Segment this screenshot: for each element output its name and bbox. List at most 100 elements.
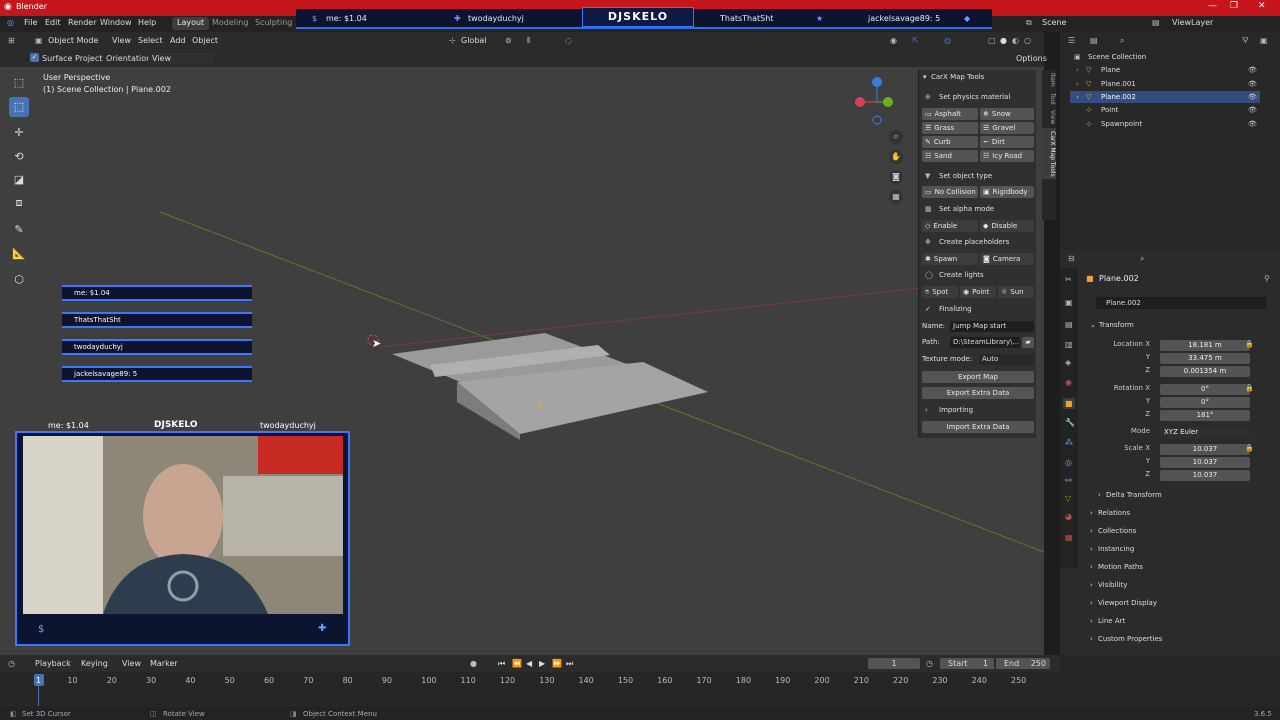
timeline-menu-marker[interactable]: Marker xyxy=(150,659,178,668)
texture-mode-dropdown[interactable]: Auto xyxy=(979,354,1034,365)
section-relations[interactable]: Relations xyxy=(1098,509,1130,517)
measure-tool-icon[interactable]: 📐 xyxy=(9,244,29,264)
tab-carx-map-tools[interactable]: CarX Map Tools xyxy=(1042,127,1056,180)
asphalt-button[interactable]: ▭ Asphalt xyxy=(922,108,978,120)
location-z-field[interactable]: 0.001354 m xyxy=(1160,366,1250,377)
motion-paths-expand-icon[interactable]: › xyxy=(1090,563,1093,571)
transform-collapse-icon[interactable]: ⌄ xyxy=(1090,321,1096,329)
properties-editor-icon[interactable]: ⊟ xyxy=(1068,254,1075,263)
rigidbody-button[interactable]: ▣ Rigidbody xyxy=(980,186,1034,198)
line-art-expand-icon[interactable]: › xyxy=(1090,617,1093,625)
outliner-editor-icon[interactable]: ☰ xyxy=(1068,36,1075,45)
menu-edit[interactable]: Edit xyxy=(45,18,61,27)
icy-road-button[interactable]: ☷ Icy Road xyxy=(980,150,1034,162)
tab-modeling[interactable]: Modeling xyxy=(207,17,253,30)
end-frame-field[interactable]: End 250 xyxy=(996,658,1050,669)
lock-icon[interactable]: 🔒 xyxy=(1245,340,1254,348)
object-props-icon[interactable]: ■ xyxy=(1063,398,1075,409)
pivot-icon[interactable]: ⊚ xyxy=(505,36,512,45)
particles-props-icon[interactable]: ⁂ xyxy=(1065,438,1073,447)
scale-tool-icon[interactable]: ⧈ xyxy=(9,193,29,213)
overlay-toggle-icon[interactable]: ◍ xyxy=(944,36,951,45)
shading-solid-icon[interactable]: ● xyxy=(1000,36,1007,45)
menu-window[interactable]: Window xyxy=(100,18,132,27)
custom-properties-expand-icon[interactable]: › xyxy=(1090,635,1093,643)
lock-icon[interactable]: 🔒 xyxy=(1245,444,1254,452)
sun-light-button[interactable]: ☼ Sun xyxy=(998,286,1034,298)
options-dropdown[interactable]: Options xyxy=(1016,54,1047,63)
tab-tool[interactable]: Tool xyxy=(1042,90,1056,108)
texture-props-icon[interactable]: ▦ xyxy=(1065,533,1073,542)
camera-view-icon[interactable]: ◙ xyxy=(889,170,903,184)
modifier-props-icon[interactable]: 🔧 xyxy=(1065,418,1075,427)
tab-sculpting[interactable]: Sculpting xyxy=(250,17,297,30)
scene-props-icon[interactable]: ◈ xyxy=(1065,358,1071,367)
export-map-button[interactable]: Export Map xyxy=(922,371,1034,383)
filter-icon[interactable]: ⛛ xyxy=(1242,36,1249,46)
new-collection-icon[interactable]: ▣ xyxy=(1260,36,1268,45)
play-icon[interactable]: ▶ xyxy=(539,659,545,668)
outliner-item-plane-002[interactable]: Plane.002 xyxy=(1101,93,1136,101)
rotate-tool-icon[interactable]: ◪ xyxy=(9,170,29,190)
alpha-enable-button[interactable]: ◇ Enable xyxy=(922,220,978,232)
visibility-icon[interactable]: ◉ xyxy=(890,36,897,45)
next-keyframe-icon[interactable]: ⏩ xyxy=(552,659,562,668)
point-light-button[interactable]: ◉ Point xyxy=(960,286,996,298)
ortho-grid-icon[interactable]: ▦ xyxy=(889,190,903,204)
start-frame-field[interactable]: Start 1 xyxy=(940,658,994,669)
viewport-menu-select[interactable]: Select xyxy=(138,36,163,45)
timeline-menu-playback[interactable]: Playback xyxy=(35,659,71,668)
scene-selector[interactable]: Scene xyxy=(1042,18,1066,27)
expand-plane-icon[interactable]: › xyxy=(1076,66,1079,74)
jump-start-icon[interactable]: ⏮ xyxy=(498,659,505,669)
eye-icon[interactable]: 👁 xyxy=(1248,93,1257,101)
importing-expand-icon[interactable]: › xyxy=(925,406,928,414)
output-props-icon[interactable]: ▤ xyxy=(1065,320,1073,329)
spawn-button[interactable]: ✱ Spawn xyxy=(922,253,978,265)
viewport-display-expand-icon[interactable]: › xyxy=(1090,599,1093,607)
object-name-field[interactable]: Plane.002 xyxy=(1096,297,1266,309)
viewport-menu-object[interactable]: Object xyxy=(192,36,218,45)
close-icon[interactable]: ✕ xyxy=(1258,1,1266,11)
panel-collapse-icon[interactable]: ▾ xyxy=(923,73,927,81)
curb-button[interactable]: ✎ Curb xyxy=(922,136,978,148)
no-collision-button[interactable]: ▭ No Collision xyxy=(922,186,978,198)
camera-button[interactable]: ◙ Camera xyxy=(980,253,1034,265)
section-motion-paths[interactable]: Motion Paths xyxy=(1098,563,1143,571)
rotation-mode-dropdown[interactable]: XYZ Euler xyxy=(1160,427,1250,438)
section-delta-transform[interactable]: Delta Transform xyxy=(1106,491,1162,499)
outliner-item-plane-001[interactable]: Plane.001 xyxy=(1101,80,1136,88)
dirt-button[interactable]: ⌐ Dirt xyxy=(980,136,1034,148)
map-name-input[interactable]: Jump Map start xyxy=(950,321,1034,332)
mode-dropdown[interactable]: Object Mode xyxy=(48,36,98,45)
timeline-menu-keying[interactable]: Keying xyxy=(81,659,108,668)
surface-project-checkbox[interactable]: ✓ xyxy=(30,53,39,62)
section-custom-properties[interactable]: Custom Properties xyxy=(1098,635,1162,643)
delta-transform-expand-icon[interactable]: › xyxy=(1098,491,1101,499)
gizmo-toggle-icon[interactable]: ⇱ xyxy=(912,36,919,45)
outliner-search-icon[interactable]: ⌕ xyxy=(1120,36,1124,46)
record-icon[interactable]: ● xyxy=(470,659,477,668)
select-box-tool-icon[interactable]: ⬚ xyxy=(9,97,29,117)
section-viewport-display[interactable]: Viewport Display xyxy=(1098,599,1157,607)
section-instancing[interactable]: Instancing xyxy=(1098,545,1134,553)
tab-view[interactable]: View xyxy=(1042,107,1056,127)
add-cube-tool-icon[interactable]: ⬡ xyxy=(9,270,29,290)
snow-button[interactable]: ❄ Snow xyxy=(980,108,1034,120)
location-y-field[interactable]: 33.475 m xyxy=(1160,353,1250,364)
sand-button[interactable]: ☷ Sand xyxy=(922,150,978,162)
spot-light-button[interactable]: ⌾ Spot xyxy=(922,286,958,298)
tab-item[interactable]: Item xyxy=(1042,70,1056,90)
relations-expand-icon[interactable]: › xyxy=(1090,509,1093,517)
current-frame-field[interactable]: 1 xyxy=(868,658,920,669)
tool-props-icon[interactable]: ✂ xyxy=(1065,275,1072,284)
pan-hand-icon[interactable]: ✋ xyxy=(889,150,903,164)
outliner-item-spawnpoint[interactable]: Spawnpoint xyxy=(1101,120,1142,128)
timeline-menu-view[interactable]: View xyxy=(122,659,141,668)
render-props-icon[interactable]: ▣ xyxy=(1065,298,1073,307)
folder-browse-icon[interactable]: ▰ xyxy=(1022,337,1034,348)
move-tool-icon[interactable]: ⟲ xyxy=(9,147,29,167)
rotation-y-field[interactable]: 0° xyxy=(1160,397,1250,408)
constraints-props-icon[interactable]: ⚯ xyxy=(1065,476,1072,485)
rotation-z-field[interactable]: 181° xyxy=(1160,410,1250,421)
